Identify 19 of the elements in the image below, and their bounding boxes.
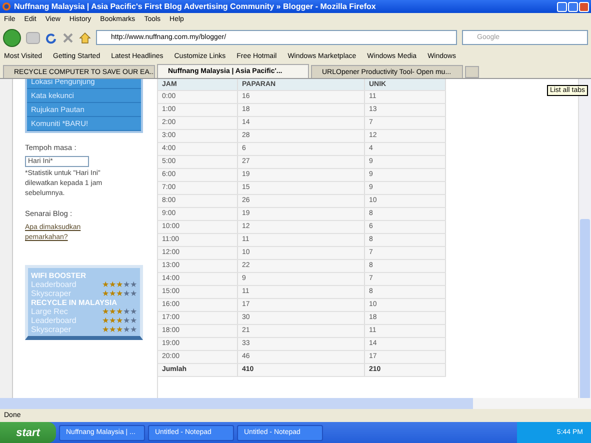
star-rating: ★★★★★ [102, 316, 137, 324]
back-button[interactable] [3, 28, 21, 46]
stop-icon[interactable] [62, 32, 74, 44]
star-rating: ★★★★★ [102, 326, 137, 334]
maximize-button[interactable] [568, 2, 578, 12]
star-rating: ★★★★★ [102, 308, 137, 316]
close-button[interactable] [579, 2, 589, 12]
minimize-button[interactable] [557, 2, 567, 12]
ad-format-label: Skyscraper [31, 325, 72, 334]
ad-format-label: Large Rec [31, 307, 68, 316]
star-rating: ★★★★★ [102, 280, 137, 288]
ad-format-label: Leaderboard [31, 280, 76, 289]
ad-format-label: Skyscraper [31, 289, 72, 298]
reload-icon[interactable] [45, 32, 57, 44]
star-rating: ★★★★★ [102, 290, 137, 298]
start-button[interactable]: start [0, 422, 56, 443]
window-title: Nuffnang Malaysia | Asia Pacific's First Blog Advertising Community » Blogger - Mozilla Firefox [14, 2, 377, 11]
horizontal-scrollbar[interactable] [0, 398, 591, 409]
ad-format-label: Leaderboard [31, 316, 76, 325]
